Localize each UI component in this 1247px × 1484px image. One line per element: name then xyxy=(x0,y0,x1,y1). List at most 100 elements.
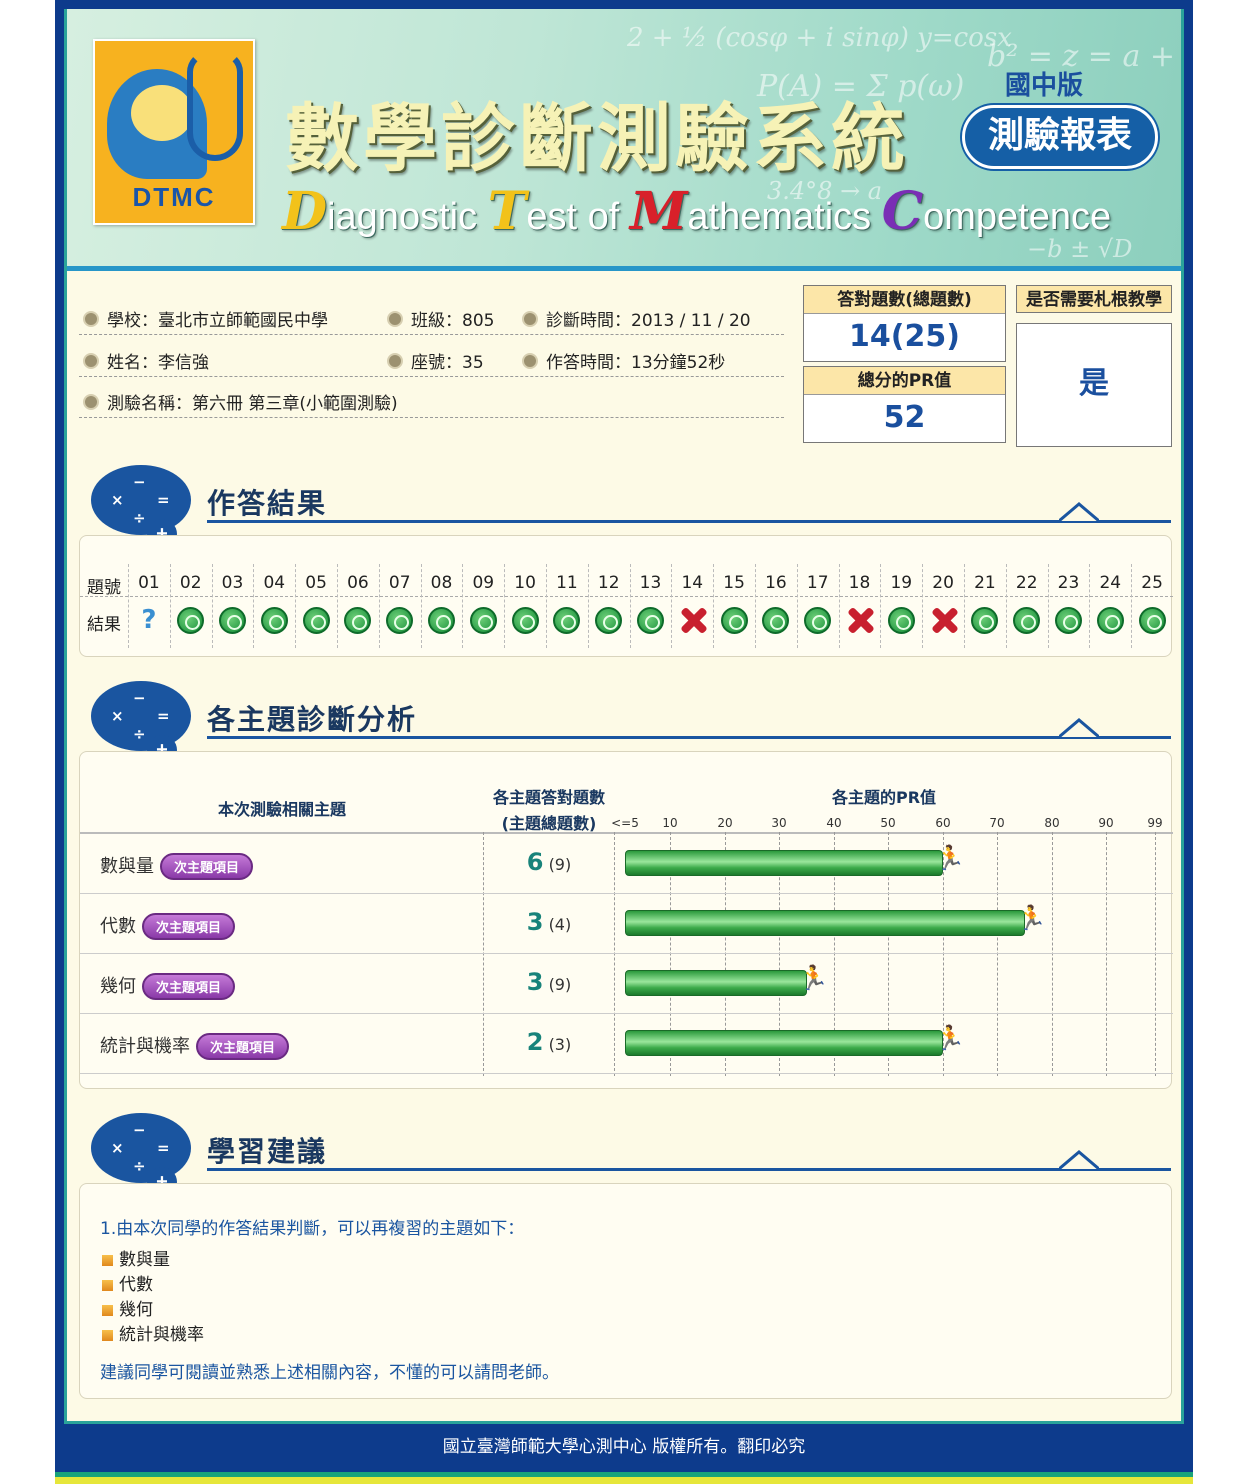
question-result xyxy=(671,607,713,639)
topic-total: (3) xyxy=(548,1035,572,1054)
question-number: 13 xyxy=(639,573,662,593)
advice-title: 學習建議 xyxy=(207,1135,328,1168)
student-info: 學校：臺北市立師範國民中學 班級：805 診斷時間：2013 / 11 / 20… xyxy=(79,281,784,431)
topic-score: 3 (9) xyxy=(484,968,614,996)
correct-icon xyxy=(1096,607,1124,634)
advice-topic-label: 統計與機率 xyxy=(119,1325,204,1345)
question-result xyxy=(630,607,672,639)
results-panel: 題號 結果 01? 02 03 04 05 06 07 08 09 10 11 12 13 14 15 16 1… xyxy=(79,535,1173,657)
topic-total: (4) xyxy=(548,915,572,934)
topic-row: 統計與機率 次主題項目 2 (3) 🏃 xyxy=(80,1014,1173,1074)
question-result xyxy=(1131,607,1173,639)
pr-tick-label: 10 xyxy=(662,816,678,830)
question-number: 08 xyxy=(430,573,453,593)
correct-icon xyxy=(1138,607,1166,634)
correct-icon xyxy=(720,607,748,634)
total-pr-box: 總分的PR值 52 xyxy=(803,366,1006,443)
correct-icon xyxy=(511,607,539,634)
footer-stripe xyxy=(55,1470,1193,1484)
question-number: 04 xyxy=(263,573,286,593)
report-frame: 2 + ½ (cosφ + i sinφ) y=cosx P(A) = Σ p(… xyxy=(64,9,1184,1424)
question-result xyxy=(880,607,922,639)
correct-icon xyxy=(636,607,664,634)
topic-name: 數與量 xyxy=(100,856,154,877)
correct-icon xyxy=(971,607,999,634)
subtopic-button[interactable]: 次主題項目 xyxy=(196,1033,290,1060)
correct-icon xyxy=(218,607,246,634)
pr-bar xyxy=(625,910,1025,936)
wrong-icon xyxy=(679,607,706,634)
question-number: 10 xyxy=(514,573,536,593)
question-number: 07 xyxy=(388,573,411,593)
topic-correct: 3 xyxy=(526,968,544,996)
question-result xyxy=(170,607,212,639)
correct-icon xyxy=(177,607,205,634)
advice-topic-item: 統計與機率 xyxy=(102,1323,204,1348)
pr-tick-label: 80 xyxy=(1044,816,1060,830)
question-number: 25 xyxy=(1141,573,1163,593)
pr-tick-label: 90 xyxy=(1098,816,1114,830)
correct-icon xyxy=(260,607,288,634)
subtopic-button[interactable]: 次主題項目 xyxy=(160,853,254,880)
topic-name: 幾何 xyxy=(100,976,136,997)
question-result xyxy=(337,607,379,639)
subtitle-initial: T xyxy=(487,181,527,242)
topic-score: 6 (9) xyxy=(484,848,614,876)
pr-tick-label: 70 xyxy=(989,816,1005,830)
seat-field: 座號：35 xyxy=(387,348,484,373)
subtopic-button[interactable]: 次主題項目 xyxy=(142,973,236,1000)
wrong-icon xyxy=(930,607,957,634)
runner-icon: 🏃 xyxy=(935,844,965,872)
question-number: 21 xyxy=(974,573,996,593)
advice-topic-list: 數與量 代數 幾何 統計與機率 xyxy=(102,1248,204,1348)
total-pr-value: 52 xyxy=(883,400,926,435)
subtitle-initial: D xyxy=(282,181,328,242)
pr-bar xyxy=(625,970,807,996)
wrong-icon xyxy=(846,607,873,634)
question-number: 02 xyxy=(179,573,202,593)
dtmc-logo: DTMC xyxy=(93,39,255,225)
info-row: 學校：臺北市立師範國民中學 班級：805 診斷時間：2013 / 11 / 20 xyxy=(79,294,784,335)
test-name-field: 測驗名稱：第六冊 第三章(小範圍測驗) xyxy=(83,389,398,414)
question-number: 19 xyxy=(890,573,913,593)
question-result xyxy=(379,607,421,639)
topic-name-cell: 代數 次主題項目 xyxy=(100,912,236,940)
bullet-icon xyxy=(102,1330,113,1341)
correct-icon xyxy=(386,607,414,634)
question-result xyxy=(504,607,546,639)
correct-icon xyxy=(344,607,372,634)
topic-correct: 6 xyxy=(526,848,544,876)
remedial-value: 是 xyxy=(1016,323,1172,447)
remedial-box: 是否需要札根教學 是 xyxy=(1016,285,1172,447)
results-title: 作答結果 xyxy=(207,487,328,520)
correct-count-label: 答對題數(總題數) xyxy=(804,286,1005,314)
header-banner: 2 + ½ (cosφ + i sinφ) y=cosx P(A) = Σ p(… xyxy=(67,9,1181,271)
subtopic-button[interactable]: 次主題項目 xyxy=(142,913,236,940)
school-field: 學校：臺北市立師範國民中學 xyxy=(83,306,328,331)
pr-column-header: 各主題的PR值 xyxy=(831,788,937,807)
subtitle-word: ompetence xyxy=(923,196,1112,238)
pr-tick-label: 40 xyxy=(826,816,842,830)
subtitle-word: est of xyxy=(526,196,630,238)
question-number: 18 xyxy=(848,573,871,593)
correct-icon xyxy=(1013,607,1041,634)
section-divider xyxy=(207,1168,1171,1171)
unknown-icon: ? xyxy=(141,605,157,635)
edition-label: 國中版 xyxy=(1005,71,1084,101)
pr-tick-label: 20 xyxy=(717,816,733,830)
question-number: 15 xyxy=(723,573,745,593)
question-result xyxy=(797,607,839,639)
report-badge: 測驗報表 xyxy=(962,105,1158,169)
pr-bar xyxy=(625,850,943,876)
runner-icon: 🏃 xyxy=(935,1024,965,1052)
topic-column-header: 本次測驗相關主題 xyxy=(217,800,346,819)
correct-icon xyxy=(804,607,832,634)
question-number: 09 xyxy=(472,573,495,593)
subtitle-word: athematics xyxy=(687,196,882,238)
class-field: 班級：805 xyxy=(387,306,494,331)
topic-name-cell: 數與量 次主題項目 xyxy=(100,852,254,880)
info-row: 測驗名稱：第六冊 第三章(小範圍測驗) xyxy=(79,377,784,418)
topic-row: 代數 次主題項目 3 (4) 🏃 xyxy=(80,894,1173,954)
question-result xyxy=(588,607,630,639)
question-number: 06 xyxy=(347,573,369,593)
